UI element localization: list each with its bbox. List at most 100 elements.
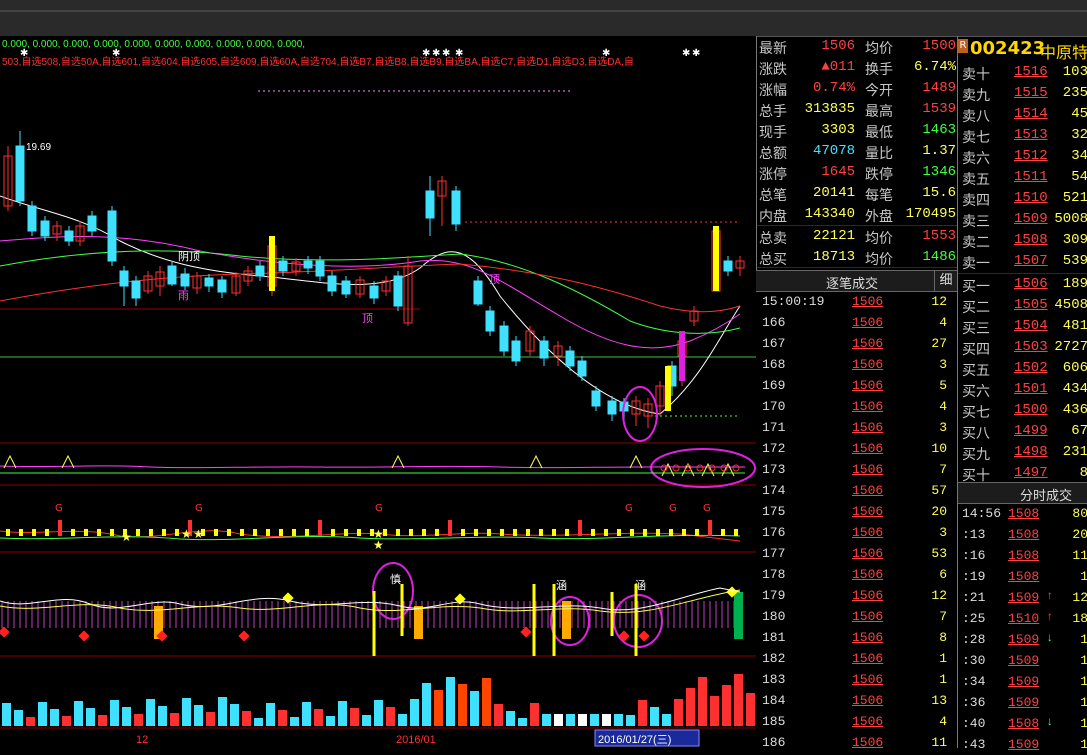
tick-price: 1506 [852,420,884,435]
order-book-row[interactable]: 卖六 1512 34 [958,146,1087,167]
order-level-qty: 235 [1062,85,1087,101]
tick-row[interactable]: 175 1506 20 [756,501,957,522]
minute-row[interactable]: :43 1509 1 [958,734,1087,755]
volume-bar [146,699,155,726]
tick-row[interactable]: 182 1506 1 [756,648,957,669]
tick-row[interactable]: 171 1506 3 [756,417,957,438]
order-book-row[interactable]: 卖七 1513 32 [958,125,1087,146]
minute-price: 1509 [1008,653,1040,668]
tick-row[interactable]: 166 1506 4 [756,312,957,333]
quote-row: 内盘 143340 外盘 170495 [757,204,958,225]
order-book-row[interactable]: 买五 1502 606 [958,358,1087,379]
volume-bar [86,708,95,726]
tick-row[interactable]: 15:00:19 1506 12 [756,291,957,312]
quote-row: 总手 313835 最高 1539 [757,99,958,120]
tick-row[interactable]: 180 1506 7 [756,606,957,627]
quote-value: 143340 [804,206,855,222]
star-icon: ★ [121,530,132,544]
tick-row[interactable]: 169 1506 5 [756,375,957,396]
tick-volume: 13 [931,693,947,708]
order-book-row[interactable]: 卖四 1510 521 [958,188,1087,209]
tick-row[interactable]: 183 1506 1 [756,669,957,690]
candle-body [64,230,74,242]
minute-row[interactable]: :13 1508 20 [958,524,1087,545]
quote-separator [757,267,958,268]
order-book-row[interactable]: 买十 1497 8 [958,463,1087,484]
minute-row[interactable]: :30 1509 1 [958,650,1087,671]
tick-row[interactable]: 179 1506 12 [756,585,957,606]
order-book-row[interactable]: 买七 1500 436 [958,400,1087,421]
tick-row[interactable]: 185 1506 4 [756,711,957,732]
order-level-qty: 5008 [1054,211,1087,227]
tick-price: 1506 [852,399,884,414]
minute-row[interactable]: :19 1508 1 [958,566,1087,587]
order-book-row[interactable]: 卖八 1514 45 [958,104,1087,125]
order-book-row[interactable]: 卖三 1509 5008 [958,209,1087,230]
tick-row[interactable]: 186 1506 11 [756,732,957,753]
minute-row[interactable]: :16 1508 11 [958,545,1087,566]
candle-body [255,265,265,277]
minute-row[interactable]: :25 1510 ↑ 18 [958,608,1087,629]
order-level-label: 买五 [962,363,990,379]
order-book-row[interactable]: 卖二 1508 309 [958,230,1087,251]
tick-row[interactable]: 168 1506 3 [756,354,957,375]
tick-row[interactable]: 167 1506 27 [756,333,957,354]
order-book-row[interactable]: 买一 1506 189 [958,274,1087,295]
tick-row[interactable]: 176 1506 3 [756,522,957,543]
minute-row[interactable]: :34 1509 1 [958,671,1087,692]
tick-row[interactable]: 178 1506 6 [756,564,957,585]
order-book-row[interactable]: 买三 1504 481 [958,316,1087,337]
order-book-row[interactable]: 买二 1505 4508 [958,295,1087,316]
tick-trades-list[interactable]: 15:00:19 1506 12 166 1506 4 167 1506 27 168 1506 3 1… [756,291,957,750]
minute-volume: 1 [1080,737,1087,752]
indicator2-bar [266,529,270,536]
chart-area[interactable]: 0.000, 0.000, 0.000, 0.000, 0.000, 0.000… [0,36,756,748]
tick-price: 1506 [852,693,884,708]
indicator1-line [0,465,745,469]
stock-chart-svg[interactable]: 0.000, 0.000, 0.000, 0.000, 0.000, 0.000… [0,36,756,748]
order-book-row[interactable]: 卖十 1516 103 [958,62,1087,83]
tick-row[interactable]: 172 1506 10 [756,438,957,459]
tick-row[interactable]: 173 1506 7 [756,459,957,480]
order-level-label: 卖十 [962,67,990,83]
tick-price: 1506 [852,462,884,477]
candle-body [723,260,733,272]
candle-body [485,310,495,332]
order-book-row[interactable]: 卖一 1507 539 [958,251,1087,272]
minute-row[interactable]: :21 1509 ↑ 12 [958,587,1087,608]
minute-row[interactable]: :36 1509 1 [958,692,1087,713]
candle-body [393,275,403,307]
indicator2-bar [344,529,348,536]
indicator2-bar [422,529,426,536]
minute-row[interactable]: 14:56 1508 80 [958,503,1087,524]
minute-time: :13 [962,527,986,542]
order-book-row[interactable]: 卖五 1511 54 [958,167,1087,188]
volume-bar [350,708,359,726]
indicator1-peak-marker [701,462,715,477]
indicator2-bar [253,529,257,536]
tick-row[interactable]: 184 1506 13 [756,690,957,711]
tick-row[interactable]: 170 1506 4 [756,396,957,417]
tick-row[interactable]: 174 1506 57 [756,480,957,501]
order-level-price: 1505 [1014,297,1048,313]
minute-row[interactable]: :40 1508 ↓ 1 [958,713,1087,734]
order-book-row[interactable]: 卖九 1515 235 [958,83,1087,104]
tick-row[interactable]: 181 1506 8 [756,627,957,648]
order-book-row[interactable]: 买八 1499 67 [958,421,1087,442]
tick-time: 166 [762,315,786,330]
tick-detail-button[interactable]: 细 [934,271,957,291]
minute-row[interactable]: :28 1509 ↓ 1 [958,629,1087,650]
order-book-row[interactable]: 买九 1498 231 [958,442,1087,463]
indicator2-bar [45,529,49,536]
candle-body [87,215,97,232]
order-book-row[interactable]: 买四 1503 2727 [958,337,1087,358]
indicator2-bar [136,529,140,536]
tick-volume: 3 [939,420,947,435]
order-level-price: 1498 [1014,444,1048,460]
volume-bar [38,702,47,726]
tick-row[interactable]: 177 1506 53 [756,543,957,564]
order-book-row[interactable]: 买六 1501 434 [958,379,1087,400]
quote-value: 22121 [812,228,855,244]
minute-trades-list[interactable]: 14:56 1508 80:13 1508 20:16 1508 11:19 1508 1:21… [957,503,1087,752]
volume-bar [110,700,119,726]
